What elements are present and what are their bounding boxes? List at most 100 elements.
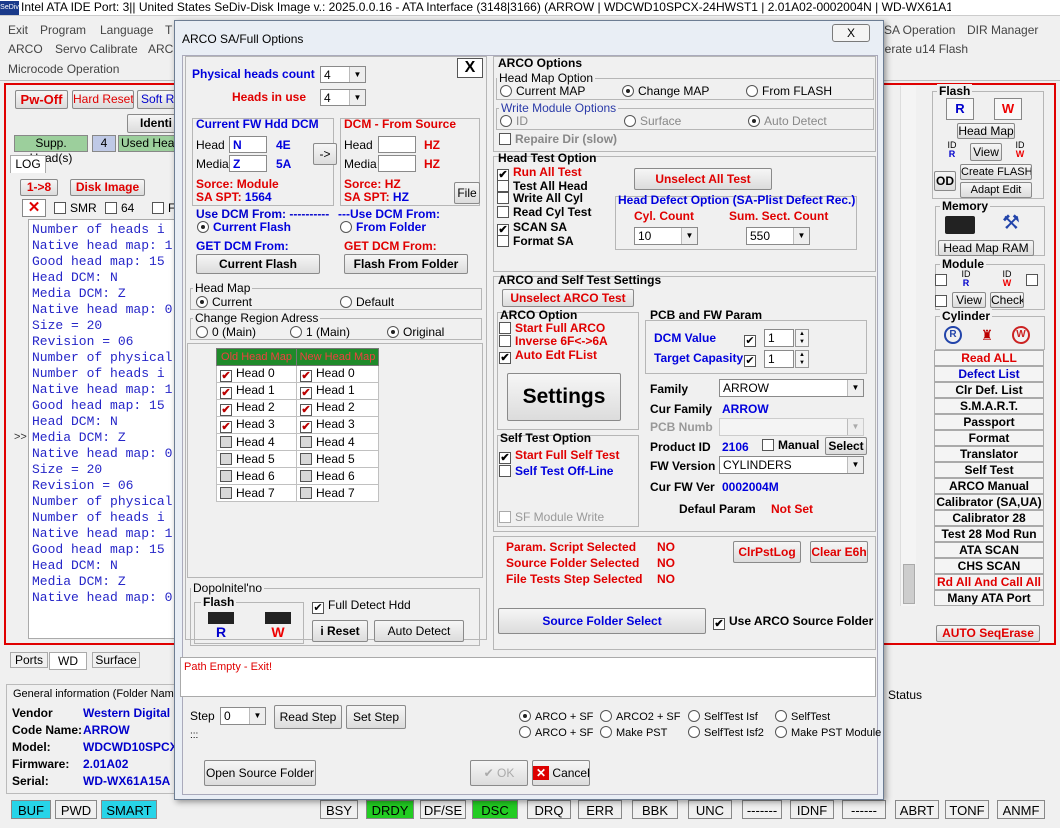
new-head-checkbox[interactable]: ✔ <box>300 370 312 382</box>
menu-language[interactable]: Language <box>100 23 153 37</box>
flash-read-icon[interactable]: R <box>946 98 974 120</box>
head-map-ram-button[interactable]: Head Map RAM <box>938 240 1034 256</box>
clear-e6h-button[interactable]: Clear E6h <box>810 541 868 563</box>
target-spinner-arrows[interactable]: ▲ ▼ <box>795 350 809 368</box>
new-head-cell[interactable]: ✔ Head 2 <box>296 399 379 417</box>
tab-ports[interactable]: Ports <box>10 652 48 668</box>
clear-x-button[interactable]: X <box>457 58 483 78</box>
flash-read-chip-icon[interactable]: R <box>206 610 236 640</box>
new-head-cell[interactable]: ✔ Head 3 <box>296 416 379 434</box>
old-head-checkbox[interactable] <box>220 470 232 482</box>
module-id-read-icon[interactable]: ID R <box>955 270 977 290</box>
dialog-close-button[interactable]: X <box>832 24 870 42</box>
physical-heads-select[interactable]: 4 ▼ <box>320 66 366 83</box>
vertical-scrollbar[interactable] <box>900 86 916 606</box>
new-head-cell[interactable]: ✔ Head 0 <box>296 365 379 383</box>
inverse-checkbox[interactable]: Inverse 6F<->6A <box>499 334 608 348</box>
create-flash-button[interactable]: Create FLASH <box>960 164 1032 180</box>
old-head-cell[interactable]: Head 5 <box>216 450 297 468</box>
settings-button[interactable]: Settings <box>507 373 621 421</box>
old-head-checkbox[interactable]: ✔ <box>220 404 232 416</box>
log-close-icon[interactable]: ✕ <box>22 199 46 217</box>
cur-media-input[interactable]: Z <box>229 155 267 172</box>
dcm-value-checkbox[interactable]: ✔ <box>744 331 760 347</box>
mode-radio[interactable]: Make PST Module <box>775 726 881 739</box>
open-source-folder-button[interactable]: Open Source Folder <box>204 760 316 786</box>
auto-detect-button[interactable]: Auto Detect <box>374 620 464 642</box>
old-head-checkbox[interactable]: ✔ <box>220 387 232 399</box>
start-full-self-test-checkbox[interactable]: ✔ Start Full Self Test <box>499 448 619 464</box>
dcm-spinner-arrows[interactable]: ▲ ▼ <box>795 329 809 347</box>
right-action-button[interactable]: Clr Def. List <box>934 382 1044 398</box>
repaire-dir-checkbox[interactable]: Repaire Dir (slow) <box>499 132 617 146</box>
right-action-button[interactable]: Self Test <box>934 462 1044 478</box>
cyl-count-select[interactable]: 10 ▼ <box>634 227 698 245</box>
clr-pst-log-button[interactable]: ClrPstLog <box>733 541 801 563</box>
use-dcm-current-flash[interactable]: Current Flash <box>197 220 291 234</box>
current-map-radio[interactable]: Current MAP <box>500 84 585 98</box>
fw-version-select[interactable]: CYLINDERS ▼ <box>719 456 864 474</box>
old-head-cell[interactable]: Head 6 <box>216 467 297 485</box>
right-action-button[interactable]: Passport <box>934 414 1044 430</box>
pcb-numb-select[interactable]: ▼ <box>719 418 864 436</box>
right-action-button[interactable]: ARCO Manual <box>934 478 1044 494</box>
new-head-cell[interactable]: Head 7 <box>296 484 379 502</box>
unselect-arco-test-button[interactable]: Unselect ARCO Test <box>502 289 634 307</box>
view-button[interactable]: View <box>970 143 1002 161</box>
head-map-button[interactable]: Head Map <box>957 123 1015 139</box>
sum-sect-select[interactable]: 550 ▼ <box>746 227 810 245</box>
region-0-radio[interactable]: 0 (Main) <box>196 325 256 339</box>
mode-radio[interactable]: ARCO + SF <box>519 726 593 739</box>
log-tab[interactable]: LOG <box>10 155 46 173</box>
module-id-write-icon[interactable]: ID W <box>996 270 1018 290</box>
use-arco-source-checkbox[interactable]: ✔ Use ARCO Source Folder <box>713 614 873 630</box>
region-original-radio[interactable]: Original <box>387 325 444 339</box>
menu-t[interactable]: T <box>165 23 172 37</box>
new-head-checkbox[interactable]: ✔ <box>300 387 312 399</box>
right-action-button[interactable]: Format <box>934 430 1044 446</box>
menu-servo-calibrate[interactable]: Servo Calibrate <box>55 42 138 56</box>
new-head-cell[interactable]: Head 4 <box>296 433 379 451</box>
source-folder-select-button[interactable]: Source Folder Select <box>498 608 706 634</box>
full-detect-checkbox[interactable]: ✔ Full Detect Hdd <box>312 598 411 614</box>
format-sa-checkbox[interactable]: Format SA <box>497 234 574 248</box>
start-full-arco-checkbox[interactable]: Start Full ARCO <box>499 321 605 335</box>
cur-head-input[interactable]: N <box>229 136 267 153</box>
target-capacity-spinner[interactable]: 1 <box>764 350 794 368</box>
change-map-radio[interactable]: Change MAP <box>622 84 709 98</box>
menu-sa-operation[interactable]: SA Operation <box>884 23 955 37</box>
old-head-cell[interactable]: ✔ Head 3 <box>216 416 297 434</box>
right-action-button[interactable]: Rd All And Call All <box>934 574 1044 590</box>
mode-radio[interactable]: SelfTest <box>775 710 830 723</box>
right-action-button[interactable]: Calibrator (SA,UA) <box>934 494 1044 510</box>
step-select[interactable]: 0 ▼ <box>220 707 266 725</box>
read-cyl-test-checkbox[interactable]: Read Cyl Test <box>497 205 591 219</box>
id-read-icon[interactable]: ID R <box>940 141 964 161</box>
unselect-all-test-button[interactable]: Unselect All Test <box>634 168 772 190</box>
heads-in-use-select[interactable]: 4 ▼ <box>320 89 366 106</box>
new-head-cell[interactable]: ✔ Head 1 <box>296 382 379 400</box>
target-capacity-checkbox[interactable]: ✔ <box>744 351 760 367</box>
module-checkbox-2[interactable] <box>935 294 951 308</box>
sixtyfour-checkbox[interactable]: 64 <box>105 201 134 215</box>
new-head-checkbox[interactable] <box>300 487 312 499</box>
right-action-button[interactable]: Many ATA Port <box>934 590 1044 606</box>
old-head-cell[interactable]: Head 7 <box>216 484 297 502</box>
auto-seqerase-button[interactable]: AUTO SeqErase <box>936 625 1040 642</box>
pw-off-button[interactable]: Pw-Off <box>15 90 68 109</box>
dots-handle[interactable]: ::: <box>190 730 198 741</box>
mode-radio[interactable]: ARCO2 + SF <box>600 710 681 723</box>
f-checkbox[interactable]: F <box>152 201 175 215</box>
new-head-cell[interactable]: Head 5 <box>296 450 379 468</box>
adapt-edit-button[interactable]: Adapt Edit <box>960 182 1032 198</box>
flash-write-icon[interactable]: W <box>994 98 1022 120</box>
from-flash-radio[interactable]: From FLASH <box>746 84 832 98</box>
scrollbar-thumb[interactable] <box>903 564 915 604</box>
memory-tool-icon[interactable]: ⚒ <box>996 210 1026 238</box>
old-head-checkbox[interactable] <box>220 487 232 499</box>
old-head-checkbox[interactable]: ✔ <box>220 421 232 433</box>
menu-generate-flash[interactable]: nerate u14 Flash <box>878 42 968 56</box>
write-all-cyl-checkbox[interactable]: Write All Cyl <box>497 191 583 205</box>
memory-chip-icon[interactable] <box>945 216 975 234</box>
old-head-checkbox[interactable]: ✔ <box>220 370 232 382</box>
